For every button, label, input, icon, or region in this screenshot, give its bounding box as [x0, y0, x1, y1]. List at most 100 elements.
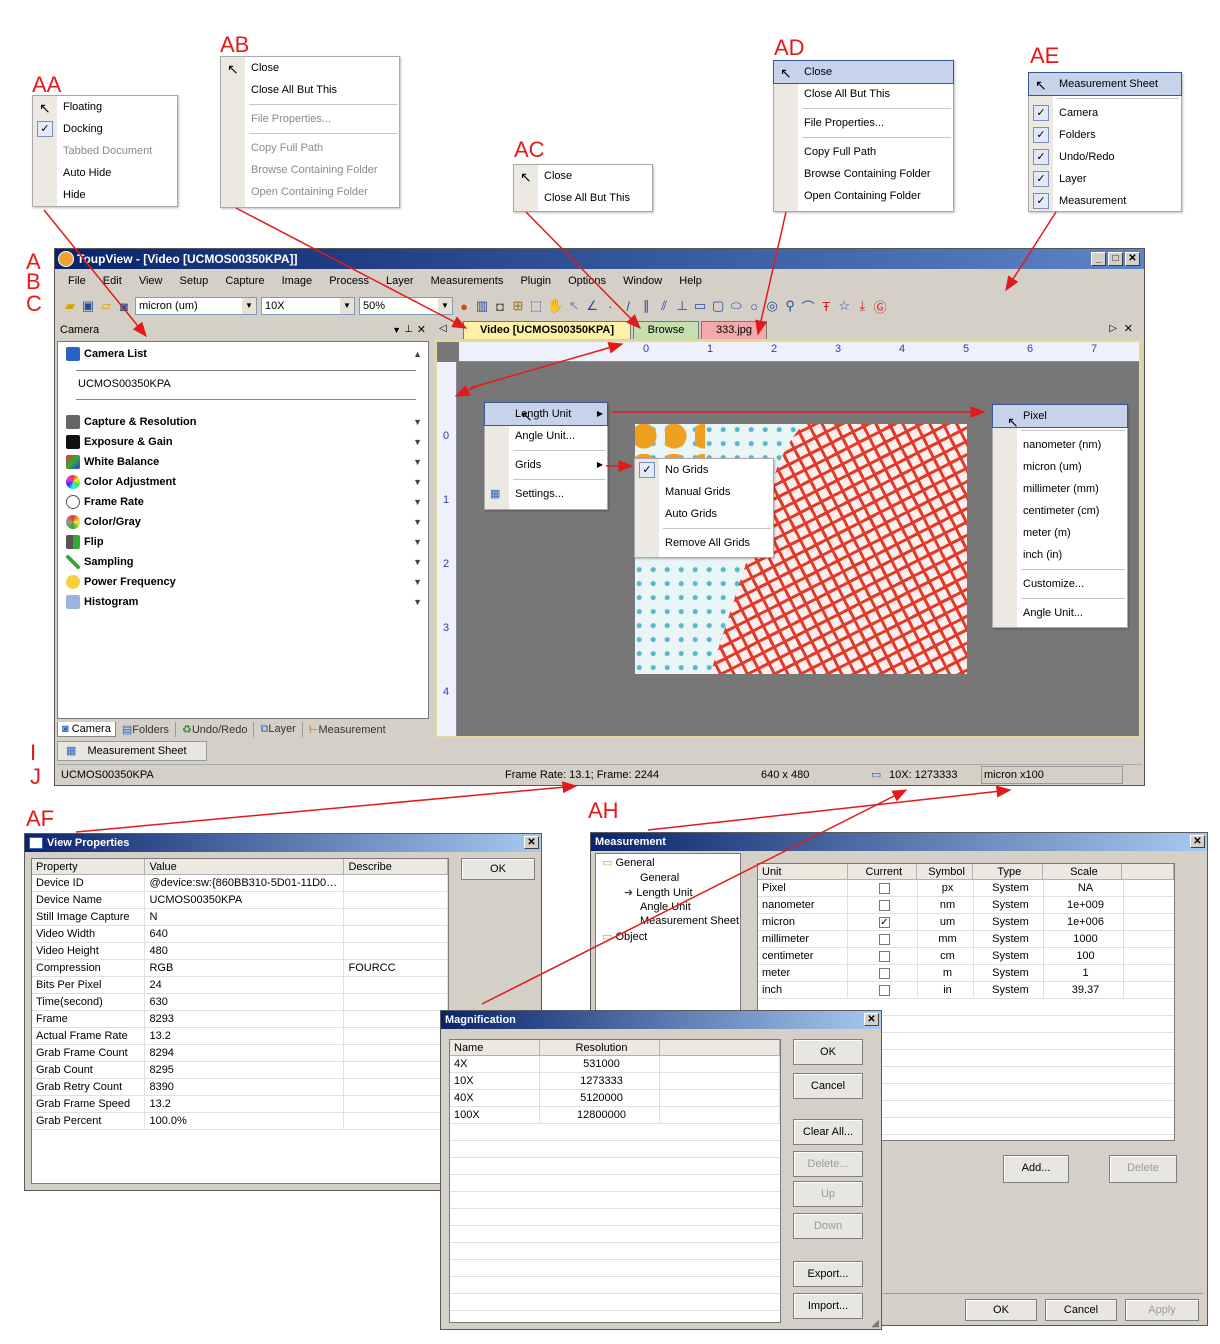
table-row[interactable]: inch in System 39.37 — [758, 982, 1174, 999]
camera-device-item[interactable]: UCMOS00350KPA — [58, 371, 428, 397]
group-power-frequency[interactable]: Power Frequency ▼ — [58, 572, 428, 592]
polygon-icon[interactable]: ⚲ — [783, 298, 797, 314]
ok-button[interactable]: OK — [965, 1299, 1037, 1321]
menu-item-tabbed-document[interactable]: Tabbed Document — [33, 140, 177, 162]
table-row[interactable]: nanometer nm System 1e+009 — [758, 897, 1174, 914]
hand-icon[interactable]: ✋ — [547, 298, 563, 314]
menu-process[interactable]: Process — [329, 275, 369, 287]
group-exposure-gain[interactable]: Exposure & Gain ▼ — [58, 432, 428, 452]
rectangle-icon[interactable]: ▭ — [693, 298, 707, 314]
parallel-icon[interactable]: ∥ — [639, 298, 653, 314]
table-row[interactable]: Grab Retry Count 8390 — [32, 1079, 448, 1096]
menu-item-copy-full-path[interactable]: Copy Full Path — [774, 141, 953, 163]
column-header[interactable]: Scale — [1043, 864, 1123, 879]
magnification-select[interactable]: 10X ▼ — [261, 297, 355, 315]
table-row[interactable]: Frame 8293 — [32, 1011, 448, 1028]
column-header[interactable]: Property — [32, 859, 146, 874]
table-row[interactable]: Compression RGB FOURCC — [32, 960, 448, 977]
dialog-close-button[interactable]: ✕ — [1190, 835, 1205, 848]
table-row[interactable]: Grab Count 8295 — [32, 1062, 448, 1079]
doc-close-icon[interactable]: ✕ — [1124, 322, 1133, 335]
menu-item-meter[interactable]: meter (m) — [993, 522, 1127, 544]
resize-grip-icon[interactable]: ◢ — [871, 1318, 879, 1329]
table-row[interactable]: Pixel px System NA — [758, 880, 1174, 897]
menu-item-folders[interactable]: ✓ Folders — [1029, 124, 1181, 146]
menu-view[interactable]: View — [139, 275, 163, 287]
menu-file[interactable]: File — [68, 275, 86, 287]
import-button[interactable]: Import... — [793, 1293, 863, 1319]
menu-item-pixel[interactable]: Pixel ↖ — [992, 404, 1128, 430]
menu-item-micron[interactable]: micron (um) — [993, 456, 1127, 478]
doc-tab-video[interactable]: Video [UCMOS00350KPA] — [463, 321, 631, 339]
menu-item-settings[interactable]: ▦ Settings... — [485, 483, 607, 505]
measurement-sheet-tab[interactable]: ▦ Measurement Sheet — [57, 741, 207, 761]
pointer-icon[interactable]: ↖ — [567, 298, 581, 314]
rounded-rect-icon[interactable]: ▢ — [711, 298, 725, 314]
group-flip[interactable]: Flip ▼ — [58, 532, 428, 552]
table-row[interactable]: Device ID @device:sw:{860BB310-5D01-11D0… — [32, 875, 448, 892]
menu-item-centimeter[interactable]: centimeter (cm) — [993, 500, 1127, 522]
tab-measurement[interactable]: ⊢Measurement — [301, 721, 392, 737]
angle-icon[interactable]: ∠ — [585, 298, 599, 314]
column-header[interactable]: Current — [848, 864, 918, 879]
apply-button[interactable]: Apply — [1125, 1299, 1199, 1321]
menu-item-browse-containing-folder[interactable]: Browse Containing Folder — [774, 163, 953, 185]
annulus-icon[interactable]: ◎ — [765, 298, 779, 314]
column-header[interactable]: Name — [450, 1040, 540, 1055]
snapshot-icon[interactable]: ◘ — [493, 299, 507, 314]
tab-layer[interactable]: ⧉Layer — [253, 721, 301, 737]
ellipse-icon[interactable]: ⬭ — [729, 298, 743, 314]
current-checkbox[interactable] — [848, 931, 918, 947]
ok-button[interactable]: OK — [793, 1039, 863, 1065]
menu-item-close-all-but-this[interactable]: Close All But This — [514, 187, 652, 209]
table-row[interactable]: Grab Frame Speed 13.2 — [32, 1096, 448, 1113]
column-header[interactable]: Value — [145, 859, 345, 874]
star-icon[interactable]: ☆ — [837, 298, 851, 314]
menu-options[interactable]: Options — [568, 275, 606, 287]
zoom-select[interactable]: 50% ▼ — [359, 297, 453, 315]
group-color-gray[interactable]: Color/Gray ▼ — [58, 512, 428, 532]
group-white-balance[interactable]: White Balance ▼ — [58, 452, 428, 472]
menu-item-floating[interactable]: ↖ Floating — [33, 96, 177, 118]
doc-tab-image[interactable]: 333.jpg — [701, 321, 767, 339]
tab-undo-redo[interactable]: ♻Undo/Redo — [174, 721, 254, 737]
table-row[interactable]: centimeter cm System 100 — [758, 948, 1174, 965]
menu-item-angle-unit[interactable]: Angle Unit... — [485, 425, 607, 447]
menu-layer[interactable]: Layer — [386, 275, 414, 287]
current-checkbox[interactable]: ✓ — [848, 914, 918, 930]
menu-item-open-containing-folder[interactable]: Open Containing Folder — [774, 185, 953, 207]
group-histogram[interactable]: Histogram ▼ — [58, 592, 428, 612]
table-row[interactable]: Grab Frame Count 8294 — [32, 1045, 448, 1062]
table-row[interactable]: Grab Percent 100.0% — [32, 1113, 448, 1130]
tab-scroll-left-icon[interactable]: ◁ — [439, 323, 447, 334]
menu-item-customize[interactable]: Customize... — [993, 573, 1127, 595]
group-sampling[interactable]: Sampling ▼ — [58, 552, 428, 572]
delete-button[interactable]: Delete... — [793, 1151, 863, 1177]
up-button[interactable]: Up — [793, 1181, 863, 1207]
multi-line-icon[interactable]: ⫽ — [657, 298, 671, 314]
menu-item-open-containing-folder[interactable]: Open Containing Folder — [221, 181, 399, 203]
table-row[interactable]: Time(second) 630 — [32, 994, 448, 1011]
text-icon[interactable]: Ŧ — [819, 299, 833, 314]
column-header[interactable]: Unit — [758, 864, 848, 879]
add-button[interactable]: Add... — [1003, 1155, 1069, 1183]
column-header[interactable]: Resolution — [540, 1040, 660, 1055]
menu-item-remove-all-grids[interactable]: Remove All Grids — [635, 532, 773, 554]
tree-node-general[interactable]: ▭ General — [596, 854, 740, 871]
menu-item-copy-full-path[interactable]: Copy Full Path — [221, 137, 399, 159]
g-icon[interactable]: Ⓖ — [873, 297, 887, 316]
menu-item-close-all-but-this[interactable]: Close All But This — [774, 83, 953, 105]
menu-item-file-properties[interactable]: File Properties... — [774, 112, 953, 134]
menu-item-camera[interactable]: ✓ Camera — [1029, 102, 1181, 124]
circle-icon[interactable]: ○ — [747, 299, 761, 314]
cancel-button[interactable]: Cancel — [793, 1073, 863, 1099]
current-checkbox[interactable] — [848, 965, 918, 981]
menu-measurements[interactable]: Measurements — [431, 275, 504, 287]
panel-close-icon[interactable]: ✕ — [417, 321, 426, 339]
color-icon[interactable]: ● — [457, 299, 471, 314]
menu-item-close[interactable]: ↖ Close — [221, 57, 399, 79]
menu-capture[interactable]: Capture — [225, 275, 264, 287]
tree-node-measurement-sheet[interactable]: Measurement Sheet — [596, 914, 740, 928]
menu-item-auto-hide[interactable]: Auto Hide — [33, 162, 177, 184]
perpendicular-icon[interactable]: ⊥ — [675, 298, 689, 314]
